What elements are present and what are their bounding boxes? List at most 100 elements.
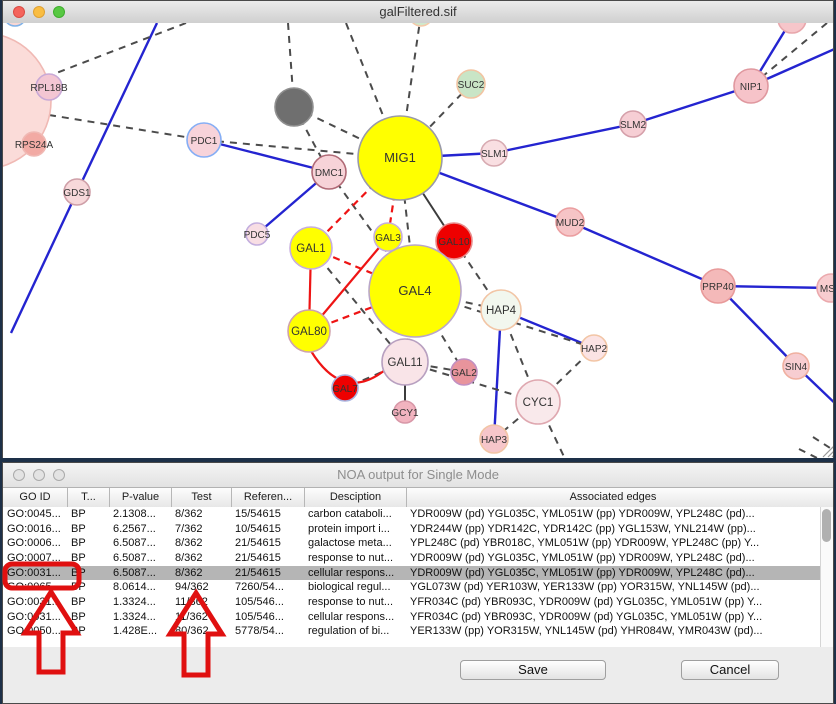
- cell: GO:0031...: [3, 595, 67, 610]
- table-row[interactable]: GO:0007...BP6.5087...8/36221/54615respon…: [3, 551, 833, 566]
- cell: regulation of bi...: [304, 624, 406, 639]
- table-scrollbar[interactable]: [820, 507, 833, 647]
- graph-node-label: PDC1: [191, 136, 218, 147]
- graph-node-label: NIP1: [740, 82, 763, 93]
- cell: 1.3324...: [109, 595, 171, 610]
- noa-output-window: NOA output for Single Mode GO ID T... P-…: [2, 462, 834, 704]
- graph-node-label: RPL18B: [30, 83, 68, 94]
- cell: GO:0031...: [3, 566, 67, 581]
- cell: cellular respons...: [304, 566, 406, 581]
- cell: 15/54615: [231, 507, 304, 522]
- graph-node-unlabeled[interactable]: [275, 88, 313, 126]
- cell: YDR009W (pd) YGL035C, YML051W (pp) YDR00…: [406, 566, 833, 581]
- graph-node-label: HAP4: [486, 305, 517, 317]
- graph-node-unlabeled[interactable]: [778, 23, 806, 33]
- graph-node-label: HAP3: [481, 435, 508, 446]
- network-window-title: galFiltered.sif: [379, 4, 456, 19]
- table-row[interactable]: GO:0065...BP8.0614...94/3627260/54...bio…: [3, 580, 833, 595]
- cell: 8/362: [171, 507, 231, 522]
- cell: 1.3324...: [109, 610, 171, 625]
- cell: biological regul...: [304, 580, 406, 595]
- minimize-button[interactable]: [33, 469, 45, 481]
- cell: BP: [67, 551, 109, 566]
- graph-node-label: GAL2: [451, 368, 477, 379]
- graph-node-label: GCY1: [391, 408, 419, 419]
- noa-window-titlebar[interactable]: NOA output for Single Mode: [3, 463, 833, 488]
- cell: 11/362: [171, 610, 231, 625]
- column-header-go-id[interactable]: GO ID: [3, 488, 67, 507]
- graph-node-unlabeled[interactable]: [4, 23, 26, 26]
- graph-node-label: HAP2: [581, 344, 608, 355]
- button-bar: Save Cancel: [3, 647, 833, 703]
- column-header-description[interactable]: Desciption: [304, 488, 406, 507]
- desktop: { "window1": { "title": "galFiltered.sif…: [0, 0, 836, 704]
- cell: 21/54615: [231, 536, 304, 551]
- cell: 2.1308...: [109, 507, 171, 522]
- cell: 8/362: [171, 536, 231, 551]
- column-header-reference[interactable]: Referen...: [231, 488, 304, 507]
- close-button[interactable]: [13, 6, 25, 18]
- graph-node-unlabeled[interactable]: [409, 23, 433, 26]
- results-table: GO:0045...BP2.1308...8/36215/54615carbon…: [3, 507, 833, 648]
- cell: galactose meta...: [304, 536, 406, 551]
- cell: 11/362: [171, 595, 231, 610]
- cell: BP: [67, 624, 109, 639]
- graph-node-label: GAL7: [332, 384, 358, 395]
- table-row[interactable]: GO:0016...BP6.2567...7/36210/54615protei…: [3, 522, 833, 537]
- table-row[interactable]: GO:0050...BP1.428E...80/3625778/54...reg…: [3, 624, 833, 639]
- table-row[interactable]: GO:0031...BP6.5087...8/36221/54615cellul…: [3, 566, 833, 581]
- column-header-type[interactable]: T...: [67, 488, 109, 507]
- graph-node-label: GDS1: [63, 188, 91, 199]
- cell: 8.0614...: [109, 580, 171, 595]
- table-row[interactable]: GO:0031...BP1.3324...11/362105/546...cel…: [3, 610, 833, 625]
- table-body: GO:0045...BP2.1308...8/36215/54615carbon…: [3, 507, 833, 639]
- cell: 21/54615: [231, 551, 304, 566]
- save-button[interactable]: Save: [460, 660, 606, 680]
- zoom-button[interactable]: [53, 469, 65, 481]
- cell: 6.5087...: [109, 551, 171, 566]
- column-header-associated-edges[interactable]: Associated edges: [406, 488, 833, 507]
- cell: protein import i...: [304, 522, 406, 537]
- cell: 105/546...: [231, 595, 304, 610]
- cell: BP: [67, 595, 109, 610]
- cell: 80/362: [171, 624, 231, 639]
- network-canvas[interactable]: RPL18BRPS24AGDS1PDC1DMC1SUC2NIP1SLM2SLM1…: [3, 23, 833, 458]
- cell: BP: [67, 522, 109, 537]
- network-edges: [11, 23, 833, 458]
- column-header-pvalue[interactable]: P-value: [109, 488, 171, 507]
- scrollbar-thumb[interactable]: [822, 509, 831, 542]
- table-header: GO ID T... P-value Test Referen... Desci…: [3, 488, 833, 508]
- column-header-test[interactable]: Test: [171, 488, 231, 507]
- graph-node-label: MIG1: [384, 150, 416, 165]
- cell: GO:0065...: [3, 580, 67, 595]
- cancel-button[interactable]: Cancel: [681, 660, 779, 680]
- graph-node-label: CYC1: [523, 397, 554, 409]
- graph-node-label: GAL1: [296, 243, 325, 255]
- table-row[interactable]: GO:0006...BP6.5087...8/36221/54615galact…: [3, 536, 833, 551]
- graph-node-label: DMC1: [315, 168, 344, 179]
- cell: 10/54615: [231, 522, 304, 537]
- cell: 7260/54...: [231, 580, 304, 595]
- table-row[interactable]: GO:0031...BP1.3324...11/362105/546...res…: [3, 595, 833, 610]
- graph-node-label: SIN4: [785, 362, 808, 373]
- network-window-titlebar[interactable]: galFiltered.sif: [3, 1, 833, 24]
- cell: BP: [67, 580, 109, 595]
- cell: YFR034C (pd) YBR093C, YDR009W (pd) YGL03…: [406, 595, 833, 610]
- cell: 6.5087...: [109, 536, 171, 551]
- cell: YPL248C (pd) YBR018C, YML051W (pp) YDR00…: [406, 536, 833, 551]
- cell: YGL073W (pd) YER103W, YER133W (pp) YOR31…: [406, 580, 833, 595]
- table-row[interactable]: GO:0045...BP2.1308...8/36215/54615carbon…: [3, 507, 833, 522]
- noa-window-title: NOA output for Single Mode: [337, 467, 499, 482]
- graph-node-label: GAL10: [438, 237, 470, 248]
- cell: 105/546...: [231, 610, 304, 625]
- zoom-button[interactable]: [53, 6, 65, 18]
- close-button[interactable]: [13, 469, 25, 481]
- cell: response to nut...: [304, 551, 406, 566]
- cell: GO:0031...: [3, 610, 67, 625]
- cell: BP: [67, 610, 109, 625]
- minimize-button[interactable]: [33, 6, 45, 18]
- graph-node-label: GAL80: [291, 326, 327, 338]
- cell: 8/362: [171, 551, 231, 566]
- graph-node-label: GAL4: [398, 283, 431, 298]
- cell: YDR244W (pp) YDR142C, YDR142C (pp) YGL15…: [406, 522, 833, 537]
